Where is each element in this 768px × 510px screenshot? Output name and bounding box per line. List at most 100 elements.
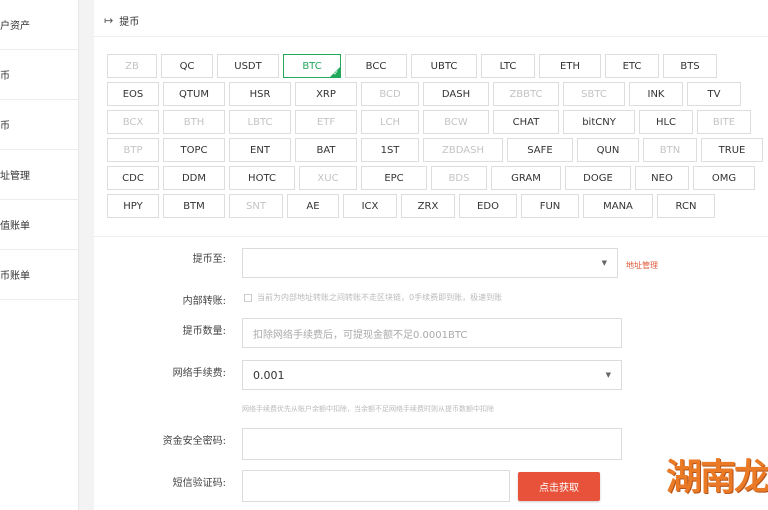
coin-option[interactable]: AE [287,194,339,218]
coin-option[interactable]: BAT [295,138,357,162]
coin-option[interactable]: HLC [639,110,693,134]
coin-option[interactable]: DASH [423,82,489,106]
coin-option[interactable]: TRUE [701,138,763,162]
coin-option-label: LBTC [247,116,273,128]
coin-option: ZB [107,54,157,78]
coin-option[interactable]: HSR [229,82,291,106]
coin-option[interactable]: QC [161,54,213,78]
coin-option[interactable]: LTC [481,54,535,78]
coin-option[interactable]: EDO [459,194,517,218]
coin-option[interactable]: QTUM [163,82,225,106]
coin-option: XUC [299,166,357,190]
coin-option-label: HPY [123,200,143,212]
coin-option-label: UBTC [430,60,458,72]
coin-option-label: INK [647,88,665,100]
coin-option[interactable]: HOTC [229,166,295,190]
sidebar-item[interactable]: 币 [0,50,78,100]
coin-option[interactable]: XRP [295,82,357,106]
coin-option-label: LTC [499,60,517,72]
coin-option-label: EPC [384,172,404,184]
coin-option-label: RCN [675,200,697,212]
coin-option: SBTC [563,82,625,106]
coin-option[interactable]: DDM [163,166,225,190]
coin-option-label: BTS [680,60,700,72]
coin-option[interactable]: HPY [107,194,159,218]
coin-option[interactable]: bitCNY [563,110,635,134]
page-header: ↦ 提币 [104,12,139,28]
coin-option[interactable]: USDT [217,54,279,78]
coin-option-label: NEO [651,172,673,184]
coin-option-label: SNT [246,200,266,212]
coin-option-label: TV [707,88,721,100]
coin-option[interactable]: ETC [605,54,659,78]
coin-option[interactable]: TOPC [163,138,225,162]
sidebar-item[interactable]: 户资产 [0,0,78,50]
coin-option[interactable]: UBTC [411,54,477,78]
sidebar-item[interactable]: 值账单 [0,200,78,250]
coin-row: ZB QC USDT BTC ✓ BCC UBTC LTC ETH ETC BTS [107,54,767,78]
coin-option[interactable]: FUN [521,194,579,218]
sidebar-item[interactable]: 址管理 [0,150,78,200]
sidebar-item[interactable]: 币账单 [0,250,78,300]
coin-option[interactable]: BTM [163,194,225,218]
password-input[interactable] [242,428,622,460]
fee-select[interactable]: 0.001 ▼ [242,360,622,390]
coin-option[interactable]: RCN [657,194,715,218]
coin-option-label: BTN [659,144,681,156]
coin-option-label: FUN [539,200,561,212]
coin-option[interactable]: ICX [343,194,397,218]
coin-option[interactable]: EOS [107,82,159,106]
coin-option[interactable]: BCC [345,54,407,78]
coin-option[interactable]: ZRX [401,194,455,218]
amount-input[interactable]: 扣除网络手续费后，可提现金额不足0.0001BTC [242,318,622,348]
coin-option: BTN [643,138,697,162]
coin-option-label: XRP [316,88,336,100]
address-select[interactable]: ▼ [242,248,618,278]
sms-label: 短信验证码: [172,478,226,489]
coin-option[interactable]: OMG [693,166,755,190]
coin-option[interactable]: NEO [635,166,689,190]
sms-input[interactable] [242,470,510,502]
coin-option[interactable]: GRAM [491,166,561,190]
address-manage-link[interactable]: 地址管理 [626,260,658,271]
coin-option[interactable]: INK [629,82,683,106]
sidebar-item-label: 户资产 [0,21,30,32]
sidebar-item[interactable]: 币 [0,100,78,150]
internal-transfer-checkbox[interactable] [244,293,252,302]
coin-option[interactable]: SAFE [507,138,573,162]
coin-option[interactable]: 1ST [361,138,419,162]
coin-option-label: ZB [125,60,139,72]
coin-option[interactable]: CHAT [493,110,559,134]
coin-option-label: SBTC [581,88,607,100]
coin-option-label: SAFE [527,144,553,156]
coin-option[interactable]: BTC ✓ [283,54,341,78]
coin-option[interactable]: MANA [583,194,653,218]
coin-option: BDS [431,166,487,190]
coin-option: BCX [107,110,159,134]
coin-option[interactable]: EPC [361,166,427,190]
coin-option[interactable]: DOGE [565,166,631,190]
coin-option[interactable]: QUN [577,138,639,162]
coin-option: ETF [295,110,357,134]
coin-option[interactable]: CDC [107,166,159,190]
coin-option[interactable]: ETH [539,54,601,78]
amount-placeholder: 扣除网络手续费后，可提现金额不足0.0001BTC [253,329,468,341]
coin-option[interactable]: TV [687,82,741,106]
sidebar-item-label: 址管理 [0,171,30,182]
coin-row: BCX BTH LBTC ETF LCH BCW CHAT bitCNY HLC BITE [107,110,767,134]
coin-option-label: AE [306,200,320,212]
withdraw-icon: ↦ [104,13,114,27]
coin-option-label: GRAM [511,172,541,184]
coin-option[interactable]: ENT [229,138,291,162]
coin-option-label: QUN [596,144,620,156]
coin-option-label: BTH [183,116,205,128]
coin-option-label: HOTC [248,172,276,184]
internal-transfer-text: 当前为内部地址转账之间转账不走区块链，0手续费即到账，极速到账 [257,293,503,302]
fee-value: 0.001 [253,368,285,382]
get-sms-code-button[interactable]: 点击获取 [518,472,600,501]
coin-option-label: ICX [361,200,379,212]
coin-option-label: XUC [317,172,339,184]
page-title: 提币 [119,16,140,28]
coin-option-label: QC [179,60,195,72]
coin-option[interactable]: BTS [663,54,717,78]
